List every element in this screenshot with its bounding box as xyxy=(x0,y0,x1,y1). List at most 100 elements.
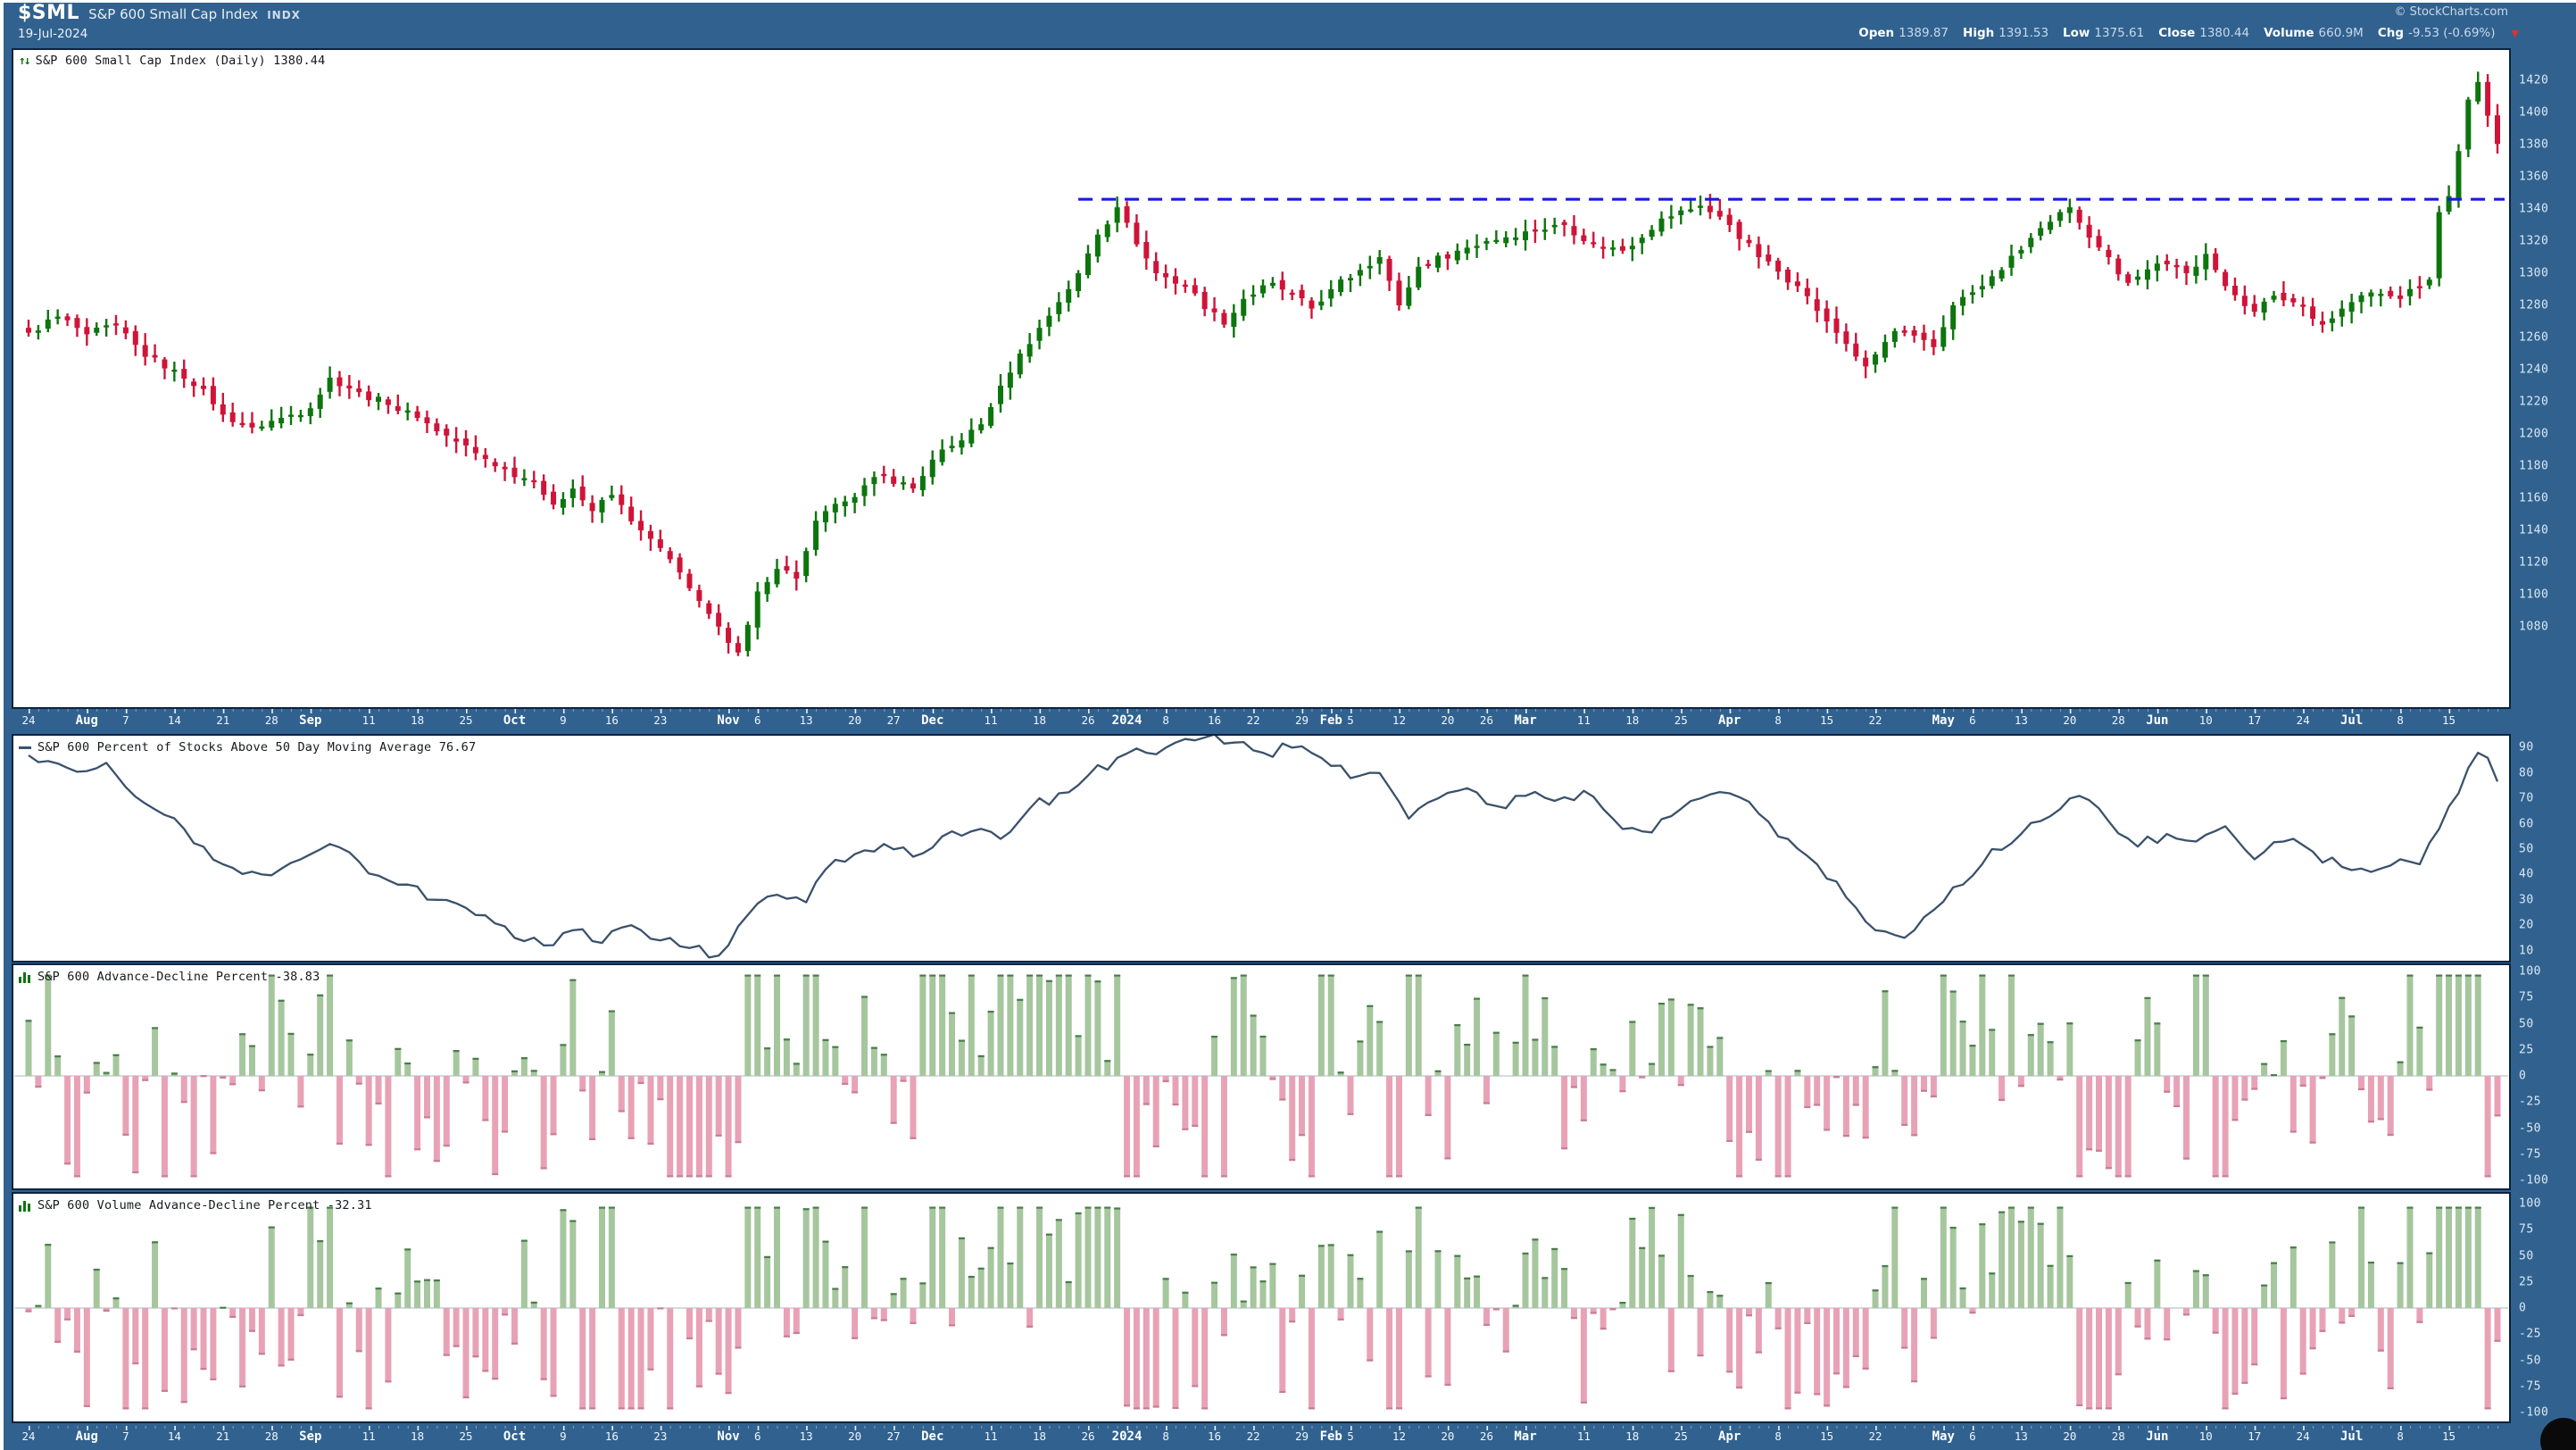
pct-above-50dma-legend: S&P 600 Percent of Stocks Above 50 Day M… xyxy=(19,740,476,754)
y-axis-label: -25 xyxy=(2519,1328,2541,1341)
y-axis-label: 1280 xyxy=(2519,299,2548,312)
y-axis-label: 1340 xyxy=(2519,203,2548,216)
date-label: 7 xyxy=(122,1429,129,1443)
y-axis-label: 1420 xyxy=(2519,74,2548,88)
date-label: 17 xyxy=(2248,713,2261,727)
date-label: 10 xyxy=(2199,1429,2213,1443)
quote-date: 19-Jul-2024 xyxy=(18,27,87,41)
y-axis-label: 1160 xyxy=(2519,492,2548,505)
date-label: 20 xyxy=(848,1429,861,1443)
adp-legend-text: S&P 600 Advance-Decline Percent -38.83 xyxy=(37,970,320,984)
y-axis-label: -75 xyxy=(2519,1147,2541,1161)
date-label: 28 xyxy=(2112,713,2125,727)
date-label: 28 xyxy=(2112,1429,2125,1443)
date-label: May xyxy=(1932,713,1955,728)
date-label: 20 xyxy=(2063,713,2076,727)
y-axis-label: 1220 xyxy=(2519,396,2548,409)
date-label: Jun xyxy=(2146,713,2168,728)
date-label: May xyxy=(1932,1429,1955,1444)
date-label: Oct xyxy=(503,713,526,728)
y-axis-label: -100 xyxy=(2519,1406,2548,1420)
advance-decline-legend: S&P 600 Advance-Decline Percent -38.83 xyxy=(19,970,320,984)
date-label: Feb xyxy=(1320,713,1342,728)
y-axis-label: 80 xyxy=(2519,766,2534,779)
price-legend-text: S&P 600 Small Cap Index (Daily) 1380.44 xyxy=(36,54,326,68)
date-label: 17 xyxy=(2248,1429,2261,1443)
date-label: 14 xyxy=(168,713,181,727)
date-label: 18 xyxy=(1625,1429,1639,1443)
date-label: 22 xyxy=(1247,713,1260,727)
date-label: Oct xyxy=(503,1429,526,1444)
date-label: 11 xyxy=(985,1429,998,1443)
date-label: 16 xyxy=(1208,713,1221,727)
date-label: Sep xyxy=(299,713,321,728)
date-label: 2024 xyxy=(1112,1429,1143,1444)
y-axis-label: 1100 xyxy=(2519,588,2548,602)
y-axis-label: -100 xyxy=(2519,1174,2548,1188)
date-label: Dec xyxy=(921,713,943,728)
date-label: 13 xyxy=(2015,713,2028,727)
y-axis-label: 1080 xyxy=(2519,621,2548,634)
y-axis-label: 75 xyxy=(2519,1223,2534,1237)
date-label: Apr xyxy=(1718,1429,1741,1444)
date-label: 26 xyxy=(1480,1429,1493,1443)
histogram-icon xyxy=(19,1200,31,1212)
y-axis-label: -50 xyxy=(2519,1121,2541,1135)
date-label: 6 xyxy=(754,713,761,727)
y-axis-label: 70 xyxy=(2519,792,2534,805)
price-panel-legend: ↑↓ S&P 600 Small Cap Index (Daily) 1380.… xyxy=(19,54,325,68)
y-axis-label: 25 xyxy=(2519,1275,2534,1288)
date-label: 23 xyxy=(653,713,667,727)
date-label: 5 xyxy=(1347,713,1354,727)
copyright-text: © StockCharts.com xyxy=(2394,5,2508,19)
date-label: 13 xyxy=(800,1429,813,1443)
date-label: 28 xyxy=(265,713,278,727)
date-label: Aug xyxy=(76,713,98,728)
date-label: 12 xyxy=(1392,1429,1406,1443)
y-axis-label: 0 xyxy=(2519,1070,2526,1083)
y-axis-label: 50 xyxy=(2519,1249,2534,1262)
y-axis-label: -75 xyxy=(2519,1379,2541,1393)
y-axis-label: -50 xyxy=(2519,1354,2541,1367)
date-label: 20 xyxy=(2063,1429,2076,1443)
quote-close: Close1380.44 xyxy=(2158,26,2249,40)
date-label: Apr xyxy=(1718,713,1741,728)
date-label: 7 xyxy=(122,713,129,727)
y-axis-label: 0 xyxy=(2519,1302,2526,1315)
y-axis-label: -25 xyxy=(2519,1096,2541,1109)
chart-canvas xyxy=(0,0,2576,1450)
y-axis-label: 10 xyxy=(2519,944,2534,957)
date-label: 15 xyxy=(1820,1429,1833,1443)
y-axis-label: 75 xyxy=(2519,991,2534,1004)
y-axis-label: 1180 xyxy=(2519,460,2548,473)
date-label: 20 xyxy=(1441,1429,1454,1443)
date-label: 18 xyxy=(1033,1429,1046,1443)
quote-low: Low1375.61 xyxy=(2063,26,2144,40)
date-label: 22 xyxy=(1869,713,1882,727)
date-label: Jul xyxy=(2340,713,2363,728)
date-label: Nov xyxy=(717,713,739,728)
date-label: 22 xyxy=(1869,1429,1882,1443)
date-label: 15 xyxy=(2442,1429,2456,1443)
histogram-icon xyxy=(19,971,31,983)
y-axis-label: 1240 xyxy=(2519,363,2548,377)
date-label: 26 xyxy=(1081,713,1094,727)
date-label: 9 xyxy=(560,713,567,727)
date-label: 22 xyxy=(1247,1429,1260,1443)
date-label: 24 xyxy=(2297,1429,2310,1443)
date-label: 13 xyxy=(2015,1429,2028,1443)
quote-chg: Chg-9.53 (-0.69%) xyxy=(2378,26,2496,40)
y-axis-label: 1300 xyxy=(2519,267,2548,280)
date-label: 26 xyxy=(1081,1429,1094,1443)
change-down-icon: ▼ xyxy=(2512,28,2519,39)
date-label: Aug xyxy=(76,1429,98,1444)
date-label: 11 xyxy=(1577,713,1591,727)
date-label: 21 xyxy=(216,1429,229,1443)
date-label: 25 xyxy=(460,1429,473,1443)
y-axis-label: 90 xyxy=(2519,741,2534,754)
date-label: 8 xyxy=(1774,1429,1782,1443)
candlestick-icon: ↑↓ xyxy=(19,54,29,68)
y-axis-label: 100 xyxy=(2519,965,2541,979)
date-label: 15 xyxy=(1820,713,1833,727)
date-label: 18 xyxy=(1033,713,1046,727)
